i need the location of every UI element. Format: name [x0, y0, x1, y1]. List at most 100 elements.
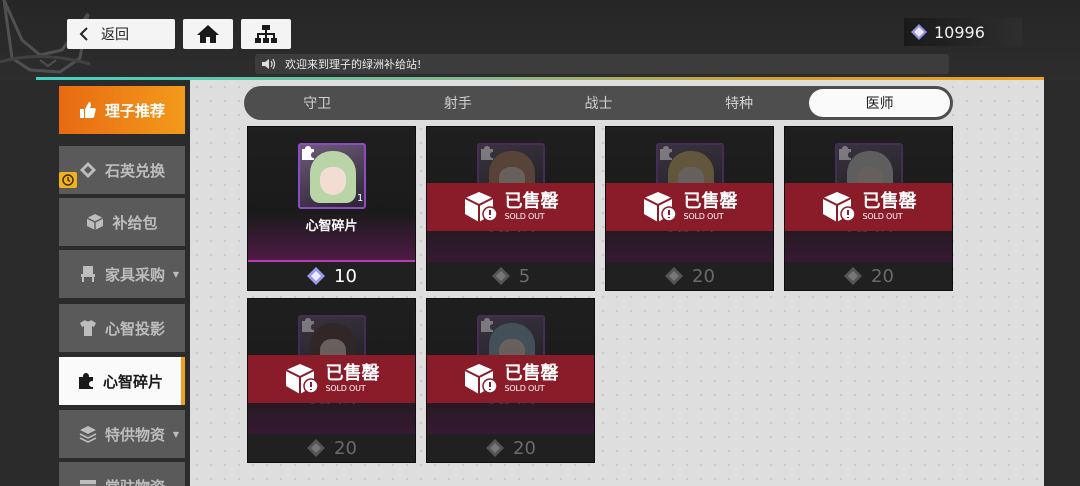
sold-out-label: 已售罄 — [325, 363, 380, 384]
sold-out-box-icon — [464, 364, 498, 394]
back-label: 返回 — [101, 27, 129, 43]
chair-icon — [80, 266, 95, 282]
sidebar-item-label: 心智碎片 — [102, 372, 163, 391]
tab-medic[interactable]: 医师 — [809, 89, 950, 117]
quartz-currency-icon — [491, 267, 510, 285]
sold-out-label-en: SOLD OUT — [325, 384, 366, 393]
sold-out-label: 已售罄 — [683, 191, 738, 212]
quartz-currency-icon — [307, 439, 326, 457]
sidebar-item-label: 石英兑换 — [104, 161, 165, 180]
sidebar-item-regular-supply[interactable]: 常驻物资 — [59, 462, 185, 486]
price-row: 20 — [248, 434, 415, 462]
sold-out-banner: 已售罄 SOLD OUT — [606, 183, 773, 231]
sold-out-label-en: SOLD OUT — [683, 212, 724, 221]
tab-guard[interactable]: 守卫 — [247, 89, 388, 117]
sidebar-item-label: 特供物资 — [104, 425, 165, 444]
sidebar-item-label: 补给包 — [112, 213, 158, 232]
puzzle-icon — [78, 373, 93, 389]
shop-item-card[interactable]: 1 心智碎片 10 — [247, 126, 416, 291]
quartz-currency-icon — [911, 24, 927, 40]
price-row: 5 — [427, 262, 594, 290]
chevron-down-icon: ▼ — [172, 269, 179, 279]
sold-out-box-icon — [643, 192, 677, 222]
quartz-currency-icon — [307, 267, 326, 285]
item-price: 10 — [334, 265, 357, 287]
item-price: 20 — [692, 265, 715, 287]
sold-out-label: 已售罄 — [504, 363, 559, 384]
sidebar-item-special-supply[interactable]: 特供物资 ▼ — [59, 410, 185, 458]
sold-out-label-en: SOLD OUT — [504, 212, 545, 221]
tab-shooter[interactable]: 射手 — [388, 89, 529, 117]
item-name: 心智碎片 — [305, 219, 358, 234]
right-edge-strip — [1044, 80, 1080, 486]
puzzle-icon — [839, 146, 851, 160]
shirt-icon — [79, 320, 96, 336]
shop-item-card[interactable]: 心智碎片 已售罄 SOLD OUT 20 — [247, 298, 416, 463]
home-button[interactable] — [183, 19, 233, 49]
hierarchy-button[interactable] — [241, 19, 291, 49]
sidebar-item-recommend[interactable]: 理子推荐 — [59, 86, 185, 134]
sidebar-item-supply-pack[interactable]: 补给包 — [59, 198, 185, 246]
tab-warrior[interactable]: 战士 — [528, 89, 669, 117]
notice-bar: 欢迎来到理子的绿洲补给站! — [255, 54, 949, 74]
sold-out-label: 已售罄 — [504, 191, 559, 212]
item-price: 20 — [513, 437, 536, 459]
price-row: 20 — [785, 262, 952, 290]
currency-display: 10996 — [904, 18, 1022, 46]
sidebar-item-quartz-exchange[interactable]: 石英兑换 — [59, 146, 185, 194]
quartz-currency-icon — [844, 267, 863, 285]
shop-item-card[interactable]: 心智碎片 已售罄 SOLD OUT 20 — [426, 298, 595, 463]
quartz-currency-icon — [486, 439, 505, 457]
back-button[interactable]: 返回 — [67, 19, 175, 49]
price-row: 20 — [606, 262, 773, 290]
shop-item-card[interactable]: 心智碎片 已售罄 SOLD OUT 20 — [784, 126, 953, 291]
shop-item-card[interactable]: 心智碎片 已售罄 SOLD OUT 5 — [426, 126, 595, 291]
sidebar-item-projection[interactable]: 心智投影 — [59, 304, 185, 352]
sold-out-box-icon — [464, 192, 498, 222]
sold-out-label: 已售罄 — [862, 191, 917, 212]
speaker-icon — [262, 58, 276, 70]
portrait-face — [320, 167, 346, 195]
item-price: 5 — [518, 265, 531, 287]
sold-out-banner: 已售罄 SOLD OUT — [427, 355, 594, 403]
hierarchy-icon — [255, 25, 277, 43]
item-price: 20 — [334, 437, 357, 459]
sidebar-item-furniture[interactable]: 家具采购 ▼ — [59, 250, 185, 298]
layers-icon — [79, 426, 97, 443]
puzzle-icon — [660, 146, 672, 160]
currency-value: 10996 — [934, 22, 985, 42]
chevron-left-icon — [79, 27, 88, 41]
sidebar-item-label: 理子推荐 — [104, 101, 165, 120]
sold-out-label-en: SOLD OUT — [504, 384, 545, 393]
sidebar-item-label: 心智投影 — [104, 319, 165, 338]
sold-out-label-en: SOLD OUT — [862, 212, 903, 221]
sold-out-banner: 已售罄 SOLD OUT — [785, 183, 952, 231]
sidebar-item-label: 常驻物资 — [105, 476, 165, 486]
class-tab-bar: 守卫 射手 战士 特种 医师 — [244, 86, 953, 120]
sold-out-banner: 已售罄 SOLD OUT — [248, 355, 415, 403]
tab-special[interactable]: 特种 — [669, 89, 810, 117]
home-icon — [197, 25, 219, 43]
puzzle-icon — [302, 318, 314, 332]
puzzle-icon — [481, 318, 493, 332]
shop-item-card[interactable]: 心智碎片 已售罄 SOLD OUT 20 — [605, 126, 774, 291]
quartz-currency-icon — [665, 267, 684, 285]
chevron-down-icon: ▼ — [172, 429, 179, 439]
notice-text: 欢迎来到理子的绿洲补给站! — [285, 58, 422, 71]
puzzle-icon — [302, 146, 314, 160]
crate-icon — [79, 480, 96, 486]
sold-out-box-icon — [285, 364, 319, 394]
price-row: 10 — [248, 262, 415, 290]
sidebar-item-mind-fragment[interactable]: 心智碎片 — [59, 357, 185, 405]
sidebar-item-label: 家具采购 — [104, 265, 165, 284]
puzzle-icon — [481, 146, 493, 160]
box-icon — [87, 214, 104, 230]
item-price: 20 — [871, 265, 894, 287]
thumbs-up-icon — [79, 102, 96, 118]
sold-out-banner: 已售罄 SOLD OUT — [427, 183, 594, 231]
quartz-icon — [79, 162, 96, 178]
sold-out-box-icon — [822, 192, 856, 222]
limited-time-badge — [59, 172, 77, 188]
top-bar: 返回 10996 欢迎来到理子的绿洲补给站! — [0, 0, 1080, 80]
item-quantity: 1 — [357, 193, 364, 204]
